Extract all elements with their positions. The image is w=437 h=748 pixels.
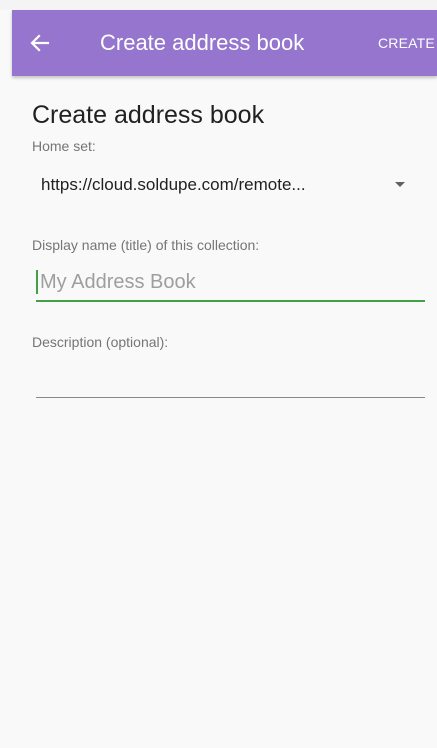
display-name-label: Display name (title) of this collection:	[32, 237, 260, 253]
display-name-placeholder: My Address Book	[40, 271, 196, 293]
home-set-selected-value: https://cloud.soldupe.com/remote...	[41, 175, 306, 194]
app-bar: Create address book CREATE	[12, 10, 437, 76]
dropdown-arrow-icon	[395, 182, 405, 187]
description-field[interactable]	[36, 366, 425, 398]
home-set-label: Home set:	[32, 138, 96, 154]
home-set-dropdown[interactable]: https://cloud.soldupe.com/remote...	[32, 168, 427, 202]
app-bar-title: Create address book	[100, 30, 305, 55]
create-button[interactable]: CREATE	[378, 34, 435, 52]
description-label: Description (optional):	[32, 334, 169, 350]
display-name-field[interactable]: My Address Book	[36, 266, 425, 302]
back-button[interactable]	[22, 25, 58, 61]
page-title: Create address book	[32, 101, 265, 129]
arrow-left-icon	[30, 34, 50, 52]
text-cursor	[36, 270, 38, 294]
status-bar-area	[0, 0, 437, 10]
create-address-book-screen: Create address book CREATE Create addres…	[0, 0, 437, 748]
